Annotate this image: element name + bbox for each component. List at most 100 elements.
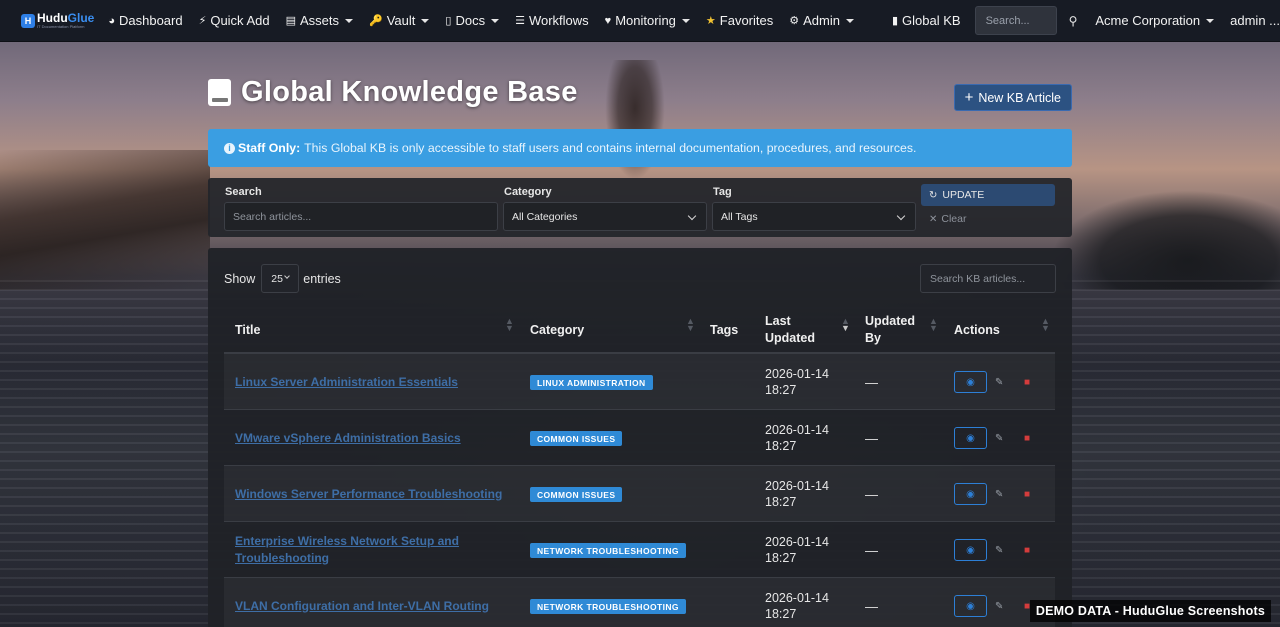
nav-assets[interactable]: ▤ Assets bbox=[286, 13, 354, 28]
last-updated-cell: 2026-01-14 18:27 bbox=[765, 478, 835, 510]
org-name: Acme Corporation bbox=[1095, 13, 1201, 28]
table-row: VMware vSphere Administration Basics COMM… bbox=[224, 410, 1055, 466]
kb-table-search-input[interactable]: Search KB articles... bbox=[920, 264, 1056, 293]
kb-table-panel: Show 25 entries Search KB articles... Ti… bbox=[208, 248, 1072, 627]
article-title-link[interactable]: Enterprise Wireless Network Setup and Tr… bbox=[235, 522, 505, 578]
nav-menu: ◕ Dashboard ⚡ Quick Add ▤ Assets 🔑 Vault ▯ Docs ☰ W… bbox=[108, 13, 870, 28]
col-last-updated[interactable]: Last Updated bbox=[765, 306, 815, 354]
new-kb-article-button[interactable]: + New KB Article bbox=[953, 84, 1072, 111]
col-tags: Tags bbox=[710, 306, 738, 354]
brand-name-a: Hudu bbox=[37, 11, 68, 25]
heart-icon: ♥ bbox=[604, 14, 612, 27]
article-title-link[interactable]: Linux Server Administration Essentials bbox=[235, 354, 505, 410]
trash-icon: ■ bbox=[1024, 488, 1031, 500]
page-title-text: Global Knowledge Base bbox=[241, 76, 578, 108]
brand-logo[interactable]: H HuduGlue IT Documentation Platform bbox=[21, 12, 94, 29]
brand-name: HuduGlue bbox=[37, 12, 94, 24]
bolt-icon: ⚡ bbox=[198, 15, 207, 27]
search-label: Search bbox=[225, 186, 262, 198]
search-icon[interactable]: ⚲ bbox=[1069, 14, 1078, 28]
nav-favorites[interactable]: ★ Favorites bbox=[706, 13, 773, 28]
alert-text: This Global KB is only accessible to sta… bbox=[304, 141, 917, 155]
delete-button[interactable]: ■ bbox=[1024, 354, 1030, 410]
update-button[interactable]: ↻ UPDATE bbox=[921, 184, 1055, 206]
category-badge: LINUX ADMINISTRATION bbox=[530, 375, 653, 390]
tag-label: Tag bbox=[713, 186, 732, 198]
view-button[interactable]: ◉ bbox=[954, 427, 987, 449]
clear-filters-link[interactable]: ✕ Clear bbox=[929, 213, 966, 225]
edit-button[interactable]: ✎ bbox=[995, 578, 1003, 627]
org-switcher[interactable]: Acme Corporation bbox=[1095, 13, 1215, 28]
view-button[interactable]: ◉ bbox=[954, 595, 987, 617]
updated-by-cell: — bbox=[865, 374, 878, 390]
edit-icon: ✎ bbox=[995, 376, 1004, 388]
updated-date: 2026-01-14 bbox=[765, 591, 829, 605]
staff-only-alert: i Staff Only: This Global KB is only acc… bbox=[208, 129, 1072, 167]
view-button[interactable]: ◉ bbox=[954, 371, 987, 393]
filter-panel: Search Search articles... Category All C… bbox=[208, 178, 1072, 237]
tag-select[interactable]: All Tags bbox=[712, 202, 916, 231]
nav-vault[interactable]: 🔑 Vault bbox=[369, 13, 430, 28]
nav-item-label: Vault bbox=[386, 13, 416, 28]
user-menu[interactable]: admin ... bbox=[1230, 13, 1280, 28]
table-body: Linux Server Administration Essentials LI… bbox=[224, 354, 1055, 627]
brand-name-b: Glue bbox=[67, 11, 95, 25]
sort-icon: ▲ ▼ bbox=[505, 316, 514, 333]
col-category-label: Category bbox=[530, 322, 585, 337]
background-trees bbox=[1050, 190, 1280, 290]
nav-global-kb[interactable]: ▮ Global KB bbox=[892, 13, 961, 28]
page-length-select[interactable]: 25 bbox=[261, 264, 300, 293]
nav-quick-add[interactable]: ⚡ Quick Add bbox=[199, 13, 270, 28]
delete-button[interactable]: ■ bbox=[1024, 466, 1030, 522]
article-title-link[interactable]: VMware vSphere Administration Basics bbox=[235, 410, 505, 466]
category-badge: COMMON ISSUES bbox=[530, 431, 623, 446]
article-search-input[interactable]: Search articles... bbox=[224, 202, 498, 231]
updated-date: 2026-01-14 bbox=[765, 423, 829, 437]
brand-text: HuduGlue IT Documentation Platform bbox=[37, 12, 94, 29]
edit-button[interactable]: ✎ bbox=[995, 522, 1003, 578]
edit-button[interactable]: ✎ bbox=[995, 354, 1003, 410]
view-button[interactable]: ◉ bbox=[954, 483, 987, 505]
entries-label: entries bbox=[303, 271, 341, 286]
sort-icon: ▲ ▼ bbox=[686, 316, 695, 333]
star-icon: ★ bbox=[705, 15, 716, 27]
col-category[interactable]: Category bbox=[530, 306, 584, 354]
article-title-link[interactable]: Windows Server Performance Troubleshooti… bbox=[235, 466, 505, 522]
last-updated-cell: 2026-01-14 18:27 bbox=[765, 534, 835, 566]
table-row: Windows Server Performance Troubleshooti… bbox=[224, 466, 1055, 522]
category-select[interactable]: All Categories bbox=[503, 202, 707, 231]
category-badge: COMMON ISSUES bbox=[530, 487, 623, 502]
nav-workflows[interactable]: ☰ Workflows bbox=[515, 13, 589, 28]
table-header: Title ▲ ▼ Category ▲ ▼ Tags Last Updated ▲… bbox=[224, 306, 1055, 354]
nav-docs[interactable]: ▯ Docs bbox=[445, 13, 500, 28]
delete-button[interactable]: ■ bbox=[1024, 522, 1030, 578]
category-badge: NETWORK TROUBLESHOOTING bbox=[530, 599, 686, 614]
nav-search-input[interactable]: Search... bbox=[974, 6, 1057, 35]
col-by-line1: Updated bbox=[865, 314, 915, 328]
view-button[interactable]: ◉ bbox=[954, 539, 987, 561]
category-label: Category bbox=[504, 186, 552, 198]
article-title-link[interactable]: VLAN Configuration and Inter-VLAN Routin… bbox=[235, 578, 505, 627]
nav-item-label: Workflows bbox=[528, 13, 589, 28]
last-updated-cell: 2026-01-14 18:27 bbox=[765, 422, 835, 454]
sort-icon: ▲ ▼ bbox=[929, 316, 938, 333]
chevron-down-icon bbox=[681, 18, 690, 23]
col-updated-line2: Updated bbox=[765, 331, 815, 345]
chevron-down-icon bbox=[421, 18, 430, 23]
col-updated-by[interactable]: Updated By bbox=[865, 306, 915, 354]
eye-icon: ◉ bbox=[966, 488, 975, 500]
nav-monitoring[interactable]: ♥ Monitoring bbox=[605, 13, 690, 28]
col-title[interactable]: Title bbox=[235, 306, 260, 354]
delete-button[interactable]: ■ bbox=[1024, 410, 1030, 466]
chevron-down-icon bbox=[1206, 18, 1215, 23]
col-tags-label: Tags bbox=[710, 322, 739, 337]
edit-button[interactable]: ✎ bbox=[995, 410, 1003, 466]
eye-icon: ◉ bbox=[966, 432, 975, 444]
nav-item-label: Quick Add bbox=[210, 13, 270, 28]
edit-button[interactable]: ✎ bbox=[995, 466, 1003, 522]
nav-admin[interactable]: ⚙ Admin bbox=[789, 13, 854, 28]
nav-item-label: Docs bbox=[455, 13, 486, 28]
updated-date: 2026-01-14 bbox=[765, 535, 829, 549]
col-actions: Actions bbox=[954, 306, 1000, 354]
nav-dashboard[interactable]: ◕ Dashboard bbox=[108, 13, 182, 28]
